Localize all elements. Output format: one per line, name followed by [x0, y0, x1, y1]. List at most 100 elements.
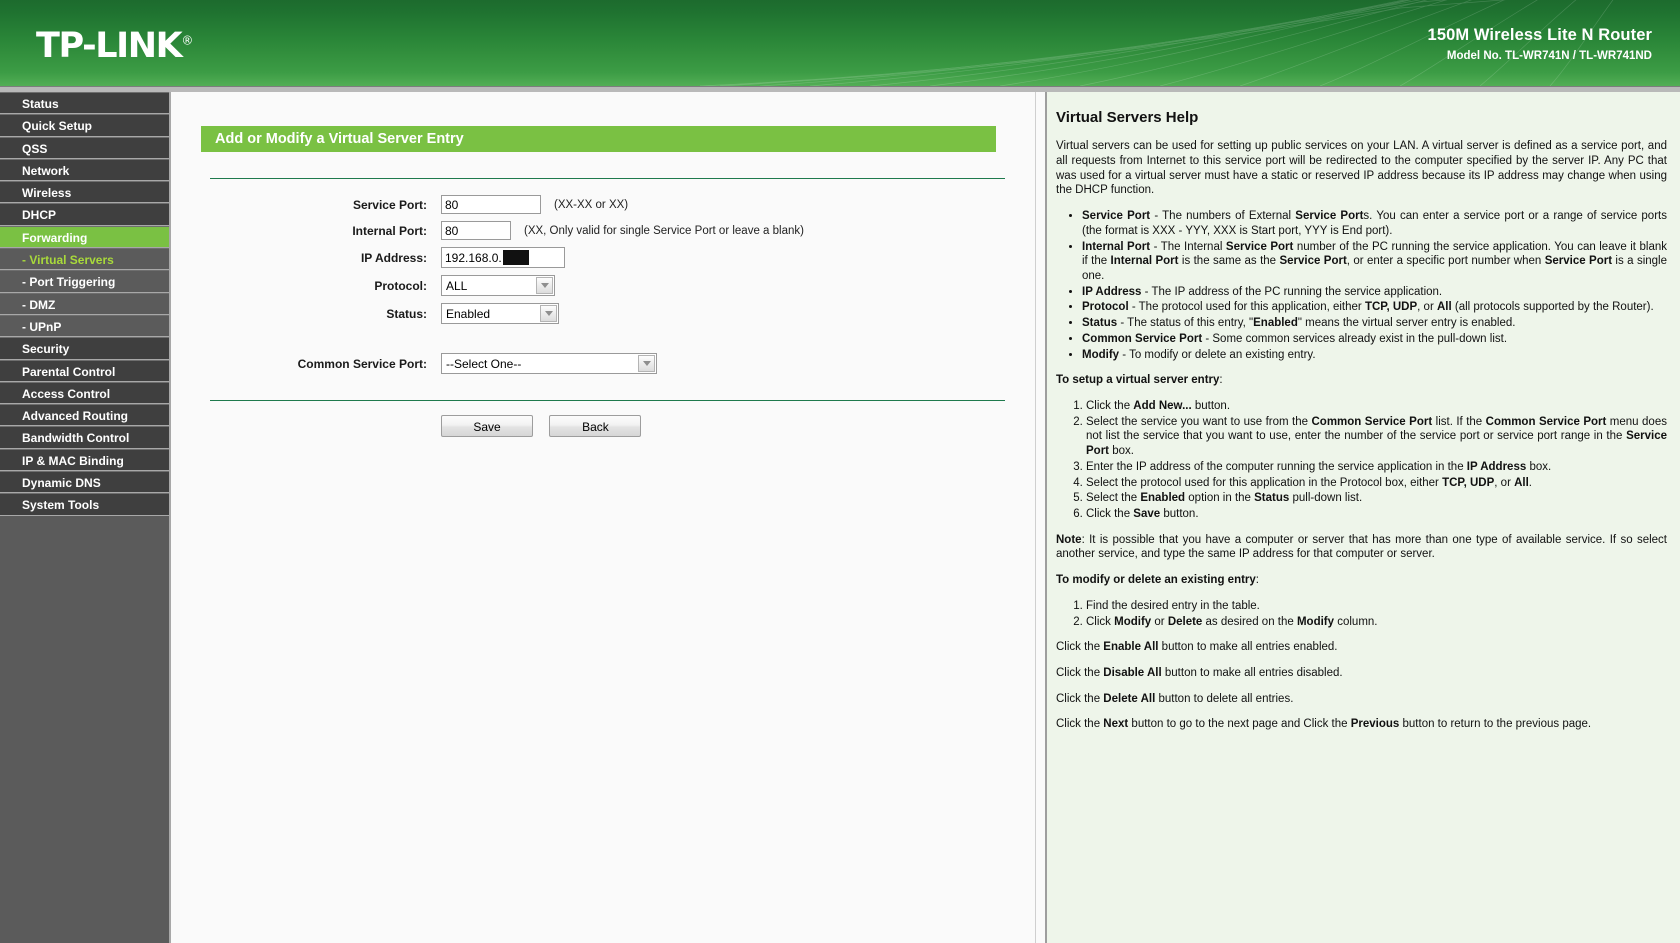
help-closing-paragraph: Click the Disable All button to make all…: [1056, 666, 1667, 681]
sidebar-item-dynamic-dns[interactable]: Dynamic DNS: [0, 471, 169, 493]
help-modify-heading-text: To modify or delete an existing entry: [1056, 574, 1256, 586]
common-service-port-label: Common Service Port:: [201, 357, 441, 371]
help-modify-step: Find the desired entry in the table.: [1086, 599, 1667, 614]
page-body: StatusQuick SetupQSSNetworkWirelessDHCPF…: [0, 92, 1680, 943]
chevron-down-icon[interactable]: [638, 355, 655, 372]
help-closing-paragraph: Click the Delete All button to delete al…: [1056, 692, 1667, 707]
protocol-selected-value: ALL: [446, 279, 467, 293]
help-modify-step: Click Modify or Delete as desired on the…: [1086, 615, 1667, 630]
help-closing-paragraph: Click the Next button to go to the next …: [1056, 717, 1667, 732]
internal-port-label: Internal Port:: [201, 224, 441, 238]
sidebar-item-qss[interactable]: QSS: [0, 137, 169, 159]
help-bullet-item: Internal Port - The Internal Service Por…: [1082, 240, 1667, 284]
help-bullet-item: Status - The status of this entry, "Enab…: [1082, 316, 1667, 331]
sidebar-item-wireless[interactable]: Wireless: [0, 181, 169, 203]
help-note-text: : It is possible that you have a compute…: [1056, 534, 1667, 561]
protocol-select[interactable]: ALL: [441, 275, 555, 296]
field-row-ip-address: IP Address: 192.168.0.: [201, 247, 1005, 268]
help-panel-separator: [1035, 92, 1047, 943]
form-spacer: [201, 331, 1005, 353]
service-port-input[interactable]: [441, 195, 541, 214]
service-port-label: Service Port:: [201, 198, 441, 212]
common-service-port-select[interactable]: --Select One--: [441, 353, 657, 374]
back-button[interactable]: Back: [549, 415, 641, 437]
help-field-descriptions: Service Port - The numbers of External S…: [1056, 209, 1667, 362]
help-setup-heading-text: To setup a virtual server entry: [1056, 374, 1219, 386]
help-modify-steps: Find the desired entry in the table.Clic…: [1056, 599, 1667, 629]
help-modify-heading-colon: :: [1256, 574, 1259, 586]
help-intro-paragraph: Virtual servers can be used for setting …: [1056, 139, 1667, 198]
product-title: 150M Wireless Lite N Router: [1428, 26, 1652, 45]
page-title: Add or Modify a Virtual Server Entry: [201, 126, 996, 152]
chevron-down-icon[interactable]: [540, 305, 557, 322]
help-bullet-item: Protocol - The protocol used for this ap…: [1082, 300, 1667, 315]
internal-port-hint: (XX, Only valid for single Service Port …: [524, 225, 804, 237]
help-setup-step: Click the Save button.: [1086, 507, 1667, 522]
sidebar-item-bandwidth-control[interactable]: Bandwidth Control: [0, 426, 169, 448]
status-select[interactable]: Enabled: [441, 303, 559, 324]
section-divider-bottom: [210, 400, 1005, 401]
protocol-label: Protocol:: [201, 279, 441, 293]
sidebar-item-security[interactable]: Security: [0, 337, 169, 359]
ip-address-value: 192.168.0.: [445, 251, 502, 265]
main-content: Add or Modify a Virtual Server Entry Ser…: [171, 92, 1035, 943]
sidebar-item-dmz[interactable]: - DMZ: [0, 293, 169, 315]
field-row-service-port: Service Port: (XX-XX or XX): [201, 195, 1005, 214]
ip-address-label: IP Address:: [201, 251, 441, 265]
field-row-internal-port: Internal Port: (XX, Only valid for singl…: [201, 221, 1005, 240]
help-bullet-item: Modify - To modify or delete an existing…: [1082, 348, 1667, 363]
model-number: Model No. TL-WR741N / TL-WR741ND: [1428, 50, 1652, 62]
field-row-protocol: Protocol: ALL: [201, 275, 1005, 296]
brand-text: TP-LINK: [36, 26, 181, 66]
internal-port-input[interactable]: [441, 221, 511, 240]
form-actions: Save Back: [201, 415, 1005, 437]
sidebar-item-virtual-servers[interactable]: - Virtual Servers: [0, 248, 169, 270]
field-row-common-service-port: Common Service Port: --Select One--: [201, 353, 1005, 374]
help-bullet-item: Common Service Port - Some common servic…: [1082, 332, 1667, 347]
help-setup-step: Enter the IP address of the computer run…: [1086, 460, 1667, 475]
sidebar-item-system-tools[interactable]: System Tools: [0, 493, 169, 515]
service-port-hint: (XX-XX or XX): [554, 199, 628, 211]
help-setup-step: Click the Add New... button.: [1086, 399, 1667, 414]
chevron-down-icon[interactable]: [536, 277, 553, 294]
sidebar-item-quick-setup[interactable]: Quick Setup: [0, 114, 169, 136]
sidebar-item-access-control[interactable]: Access Control: [0, 382, 169, 404]
help-setup-step: Select the protocol used for this applic…: [1086, 476, 1667, 491]
help-panel: Virtual Servers Help Virtual servers can…: [1047, 92, 1680, 943]
virtual-server-form: Service Port: (XX-XX or XX) Internal Por…: [201, 179, 1005, 374]
page-header: TP-LINK® 150M Wireless Lite N Router Mod…: [0, 0, 1680, 86]
help-modify-heading: To modify or delete an existing entry:: [1056, 573, 1667, 588]
sidebar-item-parental-control[interactable]: Parental Control: [0, 360, 169, 382]
save-button[interactable]: Save: [441, 415, 533, 437]
help-closing-paragraph: Click the Enable All button to make all …: [1056, 640, 1667, 655]
product-info: 150M Wireless Lite N Router Model No. TL…: [1428, 26, 1652, 62]
main-navigation-sidebar: StatusQuick SetupQSSNetworkWirelessDHCPF…: [0, 92, 171, 943]
sidebar-item-upnp[interactable]: - UPnP: [0, 315, 169, 337]
status-label: Status:: [201, 307, 441, 321]
ip-address-redaction-block: [503, 250, 529, 265]
sidebar-item-ip-mac-binding[interactable]: IP & MAC Binding: [0, 449, 169, 471]
help-setup-step: Select the Enabled option in the Status …: [1086, 491, 1667, 506]
ip-address-input[interactable]: 192.168.0.: [441, 247, 565, 268]
registered-mark: ®: [181, 33, 192, 47]
sidebar-item-advanced-routing[interactable]: Advanced Routing: [0, 404, 169, 426]
help-note: Note: It is possible that you have a com…: [1056, 533, 1667, 562]
help-setup-heading-colon: :: [1219, 374, 1222, 386]
help-bullet-item: Service Port - The numbers of External S…: [1082, 209, 1667, 238]
help-bullet-item: IP Address - The IP address of the PC ru…: [1082, 285, 1667, 300]
help-closing-paragraphs: Click the Enable All button to make all …: [1056, 640, 1667, 732]
help-setup-step: Select the service you want to use from …: [1086, 415, 1667, 459]
tp-link-logo: TP-LINK®: [36, 26, 192, 66]
common-service-port-selected-value: --Select One--: [446, 357, 521, 371]
sidebar-item-forwarding[interactable]: Forwarding: [0, 226, 169, 248]
sidebar-item-port-triggering[interactable]: - Port Triggering: [0, 270, 169, 292]
sidebar-item-dhcp[interactable]: DHCP: [0, 203, 169, 225]
field-row-status: Status: Enabled: [201, 303, 1005, 324]
help-setup-heading: To setup a virtual server entry:: [1056, 373, 1667, 388]
sidebar-item-status[interactable]: Status: [0, 92, 169, 114]
help-note-label: Note: [1056, 534, 1082, 546]
help-title: Virtual Servers Help: [1056, 108, 1667, 127]
help-setup-steps: Click the Add New... button.Select the s…: [1056, 399, 1667, 522]
status-selected-value: Enabled: [446, 307, 490, 321]
sidebar-item-network[interactable]: Network: [0, 159, 169, 181]
